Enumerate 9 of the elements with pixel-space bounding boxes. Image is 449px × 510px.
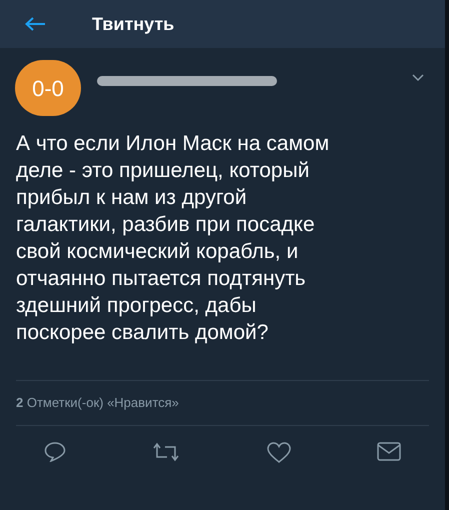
chevron-down-icon[interactable] <box>412 74 424 82</box>
tweet-text: А что если Илон Маск на самом деле - это пришелец, который прибыл к нам из другой галактики, разбив при посадке свой космический корабль, и отчаянно пытается подтянуть здешний прогресс, дабы поскорее свалить домой? <box>15 131 330 346</box>
header-title: Твитнуть <box>92 12 174 36</box>
mail-icon[interactable] <box>376 442 401 460</box>
back-arrow-icon[interactable] <box>24 16 46 32</box>
likes-count[interactable]: 2 Отметки(-ок) «Нравится» <box>0 381 445 424</box>
heart-icon[interactable] <box>266 442 291 462</box>
retweet-icon[interactable] <box>152 442 180 462</box>
reply-icon[interactable] <box>44 442 66 462</box>
